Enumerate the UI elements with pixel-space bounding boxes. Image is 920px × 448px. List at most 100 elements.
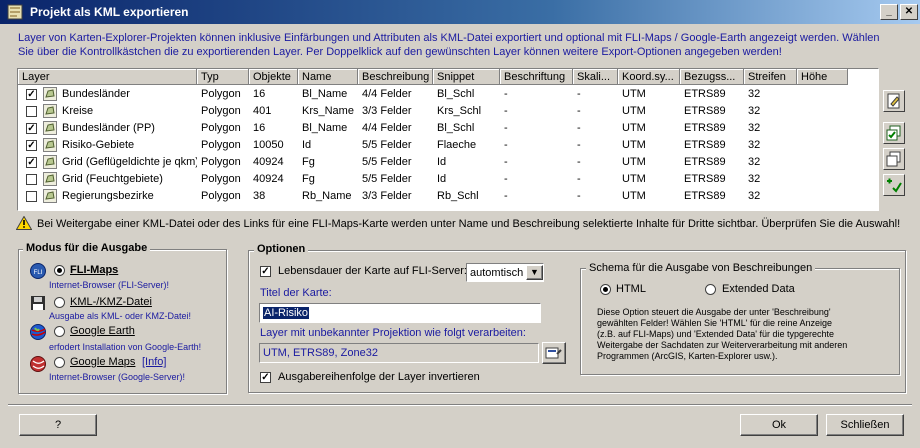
chevron-down-icon: ▼	[530, 267, 539, 277]
check-all-button[interactable]	[883, 122, 905, 144]
table-row[interactable]: ✓ Grid (Geflügeldichte je qkm) Polygon 4092…	[18, 154, 878, 171]
table-cell: Bl_Schl	[437, 122, 475, 134]
options-group-title: Optionen	[254, 243, 309, 255]
minimize-button[interactable]: _	[880, 4, 898, 20]
mode-fli-maps-label[interactable]: FLI-Maps	[70, 264, 118, 276]
table-cell: -	[504, 105, 508, 117]
table-cell: Polygon	[201, 173, 241, 185]
column-header[interactable]: Objekte	[249, 69, 298, 85]
mode-google-maps-sub: Internet-Browser (Google-Server)!	[49, 372, 186, 382]
table-cell: -	[577, 190, 581, 202]
column-header[interactable]: Layer	[18, 69, 197, 85]
floppy-disk-icon	[31, 296, 45, 310]
table-cell: ETRS89	[684, 122, 726, 134]
column-header[interactable]: Beschriftung	[500, 69, 573, 85]
schema-description-line: Diese Option steuert die Ausgabe der unt…	[597, 307, 831, 317]
mode-fli-maps-sub: Internet-Browser (FLI-Server)!	[49, 280, 170, 290]
table-cell: ETRS89	[684, 105, 726, 117]
window-title: Projekt als KML exportieren	[30, 5, 189, 19]
close-window-button[interactable]: ✕	[900, 4, 918, 20]
table-cell: 3/3 Felder	[362, 190, 412, 202]
column-header[interactable]: Name	[298, 69, 358, 85]
table-row[interactable]: Grid (Feuchtgebiete) Polygon 40924 Fg 5/5 Fe…	[18, 171, 878, 188]
column-header[interactable]: Bezugss...	[680, 69, 744, 85]
table-row[interactable]: ✓ Bundesländer (PP) Polygon 16 Bl_Name 4/4 Fe…	[18, 120, 878, 137]
table-cell: 10050	[253, 139, 284, 151]
column-header[interactable]: Snippet	[433, 69, 500, 85]
schema-group-title: Schema für die Ausgabe von Beschreibunge…	[586, 262, 816, 274]
schema-extended-data-radio[interactable]	[705, 284, 716, 295]
projection-settings-button[interactable]	[542, 342, 566, 364]
mode-kml-label[interactable]: KML-/KMZ-Datei	[70, 296, 152, 308]
table-row[interactable]: Kreise Polygon 401 Krs_Name 3/3 Felder Krs_Sc…	[18, 103, 878, 120]
schema-extended-data-label[interactable]: Extended Data	[722, 283, 795, 295]
title-bar[interactable]: Projekt als KML exportieren _ ✕	[0, 0, 920, 24]
table-row[interactable]: ✓ Bundesländer Polygon 16 Bl_Name 4/4 Felder B…	[18, 86, 878, 103]
mode-google-maps-label[interactable]: Google Maps	[70, 356, 135, 368]
table-cell: Polygon	[201, 105, 241, 117]
column-header[interactable]: Streifen	[744, 69, 797, 85]
table-cell: UTM	[622, 88, 646, 100]
layer-checkbox[interactable]: ✓	[26, 123, 37, 134]
polygon-layer-icon	[43, 155, 57, 169]
mode-google-earth-radio[interactable]	[54, 326, 65, 337]
table-cell: 401	[253, 105, 272, 117]
lifetime-checkbox[interactable]: ✓	[260, 266, 271, 277]
mode-google-earth-sub: erfodert Installation von Google-Earth!	[49, 342, 202, 352]
table-cell: Krs_Schl	[437, 105, 482, 117]
layer-checkbox[interactable]	[26, 174, 37, 185]
polygon-layer-icon	[43, 104, 57, 118]
mode-kml-radio[interactable]	[54, 297, 65, 308]
close-dialog-button[interactable]: Schließen	[826, 414, 904, 436]
table-cell: Bl_Name	[302, 88, 348, 100]
table-row[interactable]: Regierungsbezirke Polygon 38 Rb_Name 3/3 Fel…	[18, 188, 878, 205]
table-cell: -	[504, 122, 508, 134]
map-title-input[interactable]: AI-Risiko	[259, 303, 541, 323]
column-header[interactable]: Koord.sy...	[618, 69, 680, 85]
layer-checkbox[interactable]: ✓	[26, 157, 37, 168]
lifetime-select-value: automtisch	[470, 267, 524, 279]
layer-checkbox[interactable]: ✓	[26, 140, 37, 151]
mode-google-maps-radio[interactable]	[54, 357, 65, 368]
table-cell: Rb_Schl	[437, 190, 479, 202]
layer-list[interactable]: Layer Typ Objekte Name Beschreibung Snippet Be…	[17, 68, 879, 211]
layer-checkbox[interactable]: ✓	[26, 89, 37, 100]
schema-html-label[interactable]: HTML	[616, 283, 646, 295]
column-header[interactable]: Beschreibung	[358, 69, 433, 85]
mode-fli-maps-radio[interactable]	[54, 265, 65, 276]
invert-order-label: Ausgabereihenfolge der Layer invertieren	[278, 371, 480, 383]
polygon-layer-icon	[43, 189, 57, 203]
check-all-icon	[886, 125, 901, 141]
schema-html-radio[interactable]	[600, 284, 611, 295]
lifetime-dropdown-button[interactable]: ▼	[526, 265, 543, 280]
help-button[interactable]: ?	[19, 414, 97, 436]
projection-field: UTM, ETRS89, Zone32	[259, 343, 539, 363]
edit-layer-button[interactable]	[883, 90, 905, 112]
table-cell: Polygon	[201, 156, 241, 168]
ok-button[interactable]: Ok	[740, 414, 818, 436]
uncheck-all-button[interactable]	[883, 148, 905, 170]
polygon-layer-icon	[43, 172, 57, 186]
layer-name-cell: Bundesländer	[62, 88, 130, 100]
layer-name-cell: Grid (Feuchtgebiete)	[62, 173, 163, 185]
table-row[interactable]: ✓ Risiko-Gebiete Polygon 10050 Id 5/5 Felder F…	[18, 137, 878, 154]
table-cell: -	[504, 173, 508, 185]
google-maps-info-link[interactable]: [Info]	[142, 356, 166, 368]
lifetime-label: Lebensdauer der Karte auf FLI-Server:	[278, 265, 467, 277]
invert-order-checkbox[interactable]: ✓	[260, 372, 271, 383]
table-cell: 32	[748, 105, 761, 117]
table-cell: Bl_Name	[302, 122, 348, 134]
column-header[interactable]: Typ	[197, 69, 249, 85]
table-cell: 32	[748, 156, 761, 168]
column-header[interactable]: Skali...	[573, 69, 618, 85]
column-header[interactable]: Höhe	[797, 69, 848, 85]
invert-selection-button[interactable]	[883, 174, 905, 196]
mode-google-earth-label[interactable]: Google Earth	[70, 325, 135, 337]
bottom-separator	[8, 404, 912, 406]
layer-checkbox[interactable]	[26, 106, 37, 117]
map-title-label: Titel der Karte:	[260, 287, 332, 299]
table-cell: ETRS89	[684, 88, 726, 100]
table-cell	[797, 103, 848, 120]
layer-checkbox[interactable]	[26, 191, 37, 202]
table-cell: 32	[748, 173, 761, 185]
